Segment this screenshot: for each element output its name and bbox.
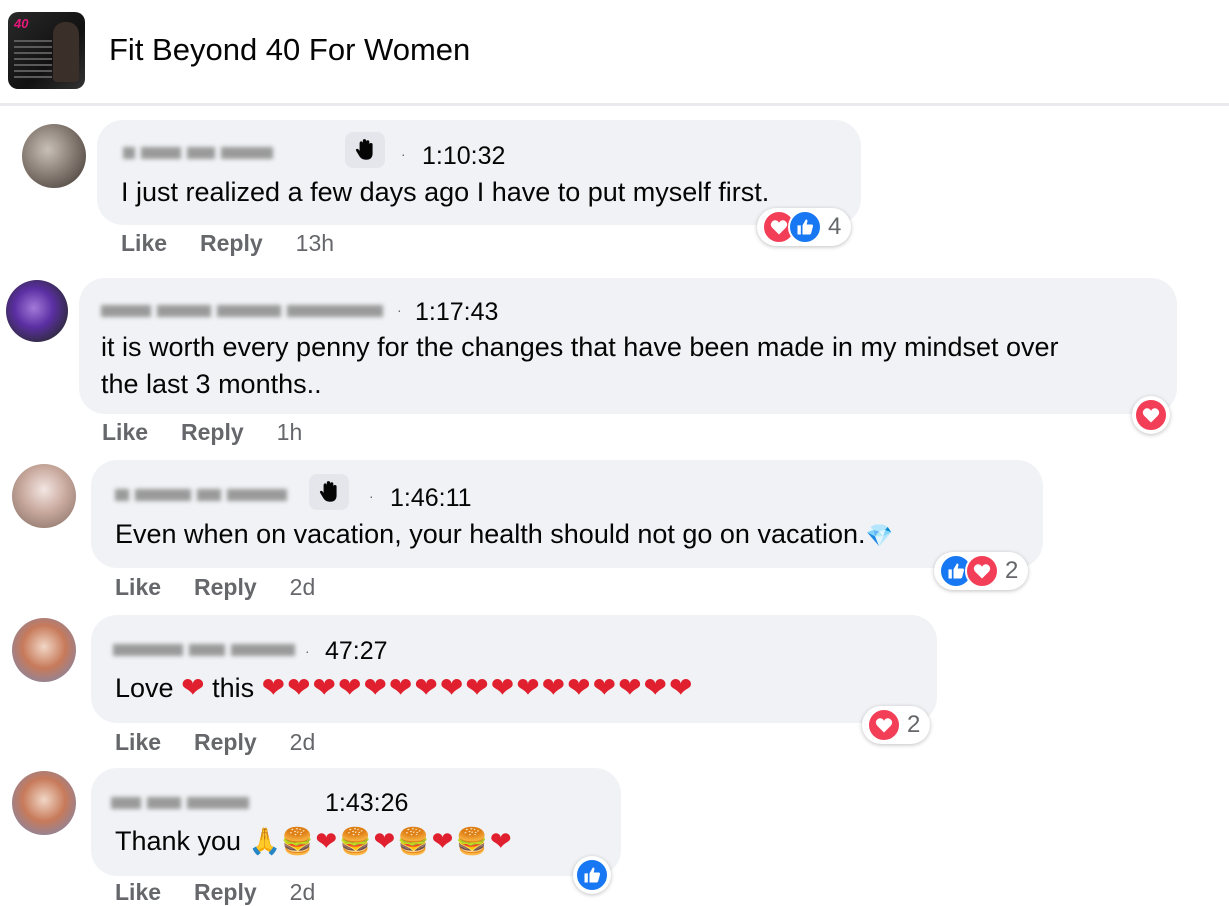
group-header: 40 Fit Beyond 40 For Women — [0, 0, 1229, 106]
comment-age[interactable]: 2d — [290, 879, 316, 906]
reply-link[interactable]: Reply — [194, 574, 257, 601]
comment-text: Even when on vacation, your health shoul… — [115, 515, 893, 556]
like-link[interactable]: Like — [102, 419, 148, 446]
group-thumb-tag: 40 — [14, 16, 29, 31]
comment-timestamp[interactable]: 1:46:11 — [390, 484, 472, 513]
heart-emoji-sequence: ❤❤❤❤❤❤❤❤❤❤❤❤❤❤❤❤❤ — [261, 671, 695, 704]
comment-text: Love ❤ this ❤❤❤❤❤❤❤❤❤❤❤❤❤❤❤❤❤ — [115, 669, 694, 707]
comment-text-this: this — [212, 673, 255, 703]
reply-link[interactable]: Reply — [194, 879, 257, 906]
comment-age[interactable]: 1h — [277, 419, 303, 446]
comment-actions: Like Reply 1h — [102, 419, 302, 446]
reaction-count: 2 — [907, 711, 921, 738]
reaction-summary[interactable]: 2 — [862, 706, 931, 744]
comment-age[interactable]: 2d — [290, 574, 316, 601]
avatar[interactable] — [12, 771, 76, 835]
reaction-summary[interactable]: 2 — [934, 552, 1029, 590]
group-thumbnail[interactable]: 40 — [8, 12, 85, 89]
group-name[interactable]: Fit Beyond 40 For Women — [109, 32, 470, 68]
comment-timestamp[interactable]: 47:27 — [325, 637, 388, 666]
avatar[interactable] — [22, 124, 86, 188]
comment-bubble: 1:43:26 Thank you 🙏🍔❤🍔❤🍔❤🍔❤ — [91, 768, 621, 876]
comment-text: I just realized a few days ago I have to… — [121, 177, 770, 207]
author-name[interactable] — [111, 792, 249, 814]
avatar[interactable] — [6, 280, 68, 342]
comment-bubble: · 47:27 Love ❤ this ❤❤❤❤❤❤❤❤❤❤❤❤❤❤❤❤❤ — [91, 615, 937, 723]
comment-age[interactable]: 13h — [296, 230, 334, 257]
author-name[interactable] — [123, 142, 273, 164]
comment-text: Thank you 🙏🍔❤🍔❤🍔❤🍔❤ — [115, 822, 514, 861]
comment-actions: Like Reply 13h — [121, 230, 334, 257]
wave-badge-icon[interactable] — [309, 474, 349, 510]
comment-text-body: Even when on vacation, your health shoul… — [115, 519, 866, 549]
comment-actions: Like Reply 2d — [115, 729, 315, 756]
wave-badge-icon[interactable] — [345, 132, 385, 168]
reply-link[interactable]: Reply — [194, 729, 257, 756]
comment-actions: Like Reply 2d — [115, 879, 315, 906]
avatar[interactable] — [12, 618, 76, 682]
love-reaction-icon — [965, 554, 999, 588]
like-link[interactable]: Like — [115, 729, 161, 756]
reaction-summary[interactable]: 4 — [757, 208, 852, 246]
like-reaction-icon — [788, 210, 822, 244]
author-name[interactable] — [101, 300, 383, 322]
separator-dot: · — [397, 302, 402, 318]
love-reaction-icon — [867, 708, 901, 742]
separator-dot: · — [369, 488, 374, 504]
comment-text-line-1: it is worth every penny for the changes … — [101, 332, 1059, 362]
group-thumb-lines — [14, 40, 52, 82]
like-link[interactable]: Like — [121, 230, 167, 257]
reaction-summary[interactable] — [573, 856, 611, 894]
separator-dot: · — [305, 643, 310, 659]
comment-bubble: · 1:17:43 it is worth every penny for th… — [79, 278, 1177, 414]
love-reaction-icon — [1134, 398, 1168, 432]
reaction-summary[interactable] — [1132, 396, 1170, 434]
group-thumb-figure — [53, 22, 79, 82]
comment-age[interactable]: 2d — [290, 729, 316, 756]
reply-link[interactable]: Reply — [200, 230, 263, 257]
comment-bubble: · 1:46:11 Even when on vacation, your he… — [91, 460, 1043, 568]
comment-text-body: Thank you — [115, 826, 242, 856]
author-name[interactable] — [113, 639, 295, 661]
comment-timestamp[interactable]: 1:10:32 — [422, 142, 505, 171]
burger-heart-emoji-sequence: 🍔❤🍔❤🍔❤🍔❤ — [280, 827, 514, 857]
reaction-count: 2 — [1005, 557, 1019, 584]
author-name[interactable] — [115, 484, 287, 506]
like-link[interactable]: Like — [115, 574, 161, 601]
comment-text-line-2: the last 3 months.. — [101, 369, 322, 399]
separator-dot: · — [401, 146, 406, 162]
like-reaction-icon — [575, 858, 609, 892]
heart-emoji: ❤ — [181, 671, 205, 704]
comment-timestamp[interactable]: 1:43:26 — [325, 789, 408, 818]
comment-actions: Like Reply 2d — [115, 574, 315, 601]
comment-bubble: · 1:10:32 I just realized a few days ago… — [97, 120, 861, 225]
comment-text-love: Love — [115, 673, 174, 703]
praying-hands-emoji: 🙏 — [248, 827, 281, 857]
avatar[interactable] — [12, 464, 76, 528]
reaction-count: 4 — [828, 213, 842, 240]
gem-emoji: 💎 — [865, 524, 893, 549]
comment-timestamp[interactable]: 1:17:43 — [415, 298, 498, 327]
reply-link[interactable]: Reply — [181, 419, 244, 446]
like-link[interactable]: Like — [115, 879, 161, 906]
